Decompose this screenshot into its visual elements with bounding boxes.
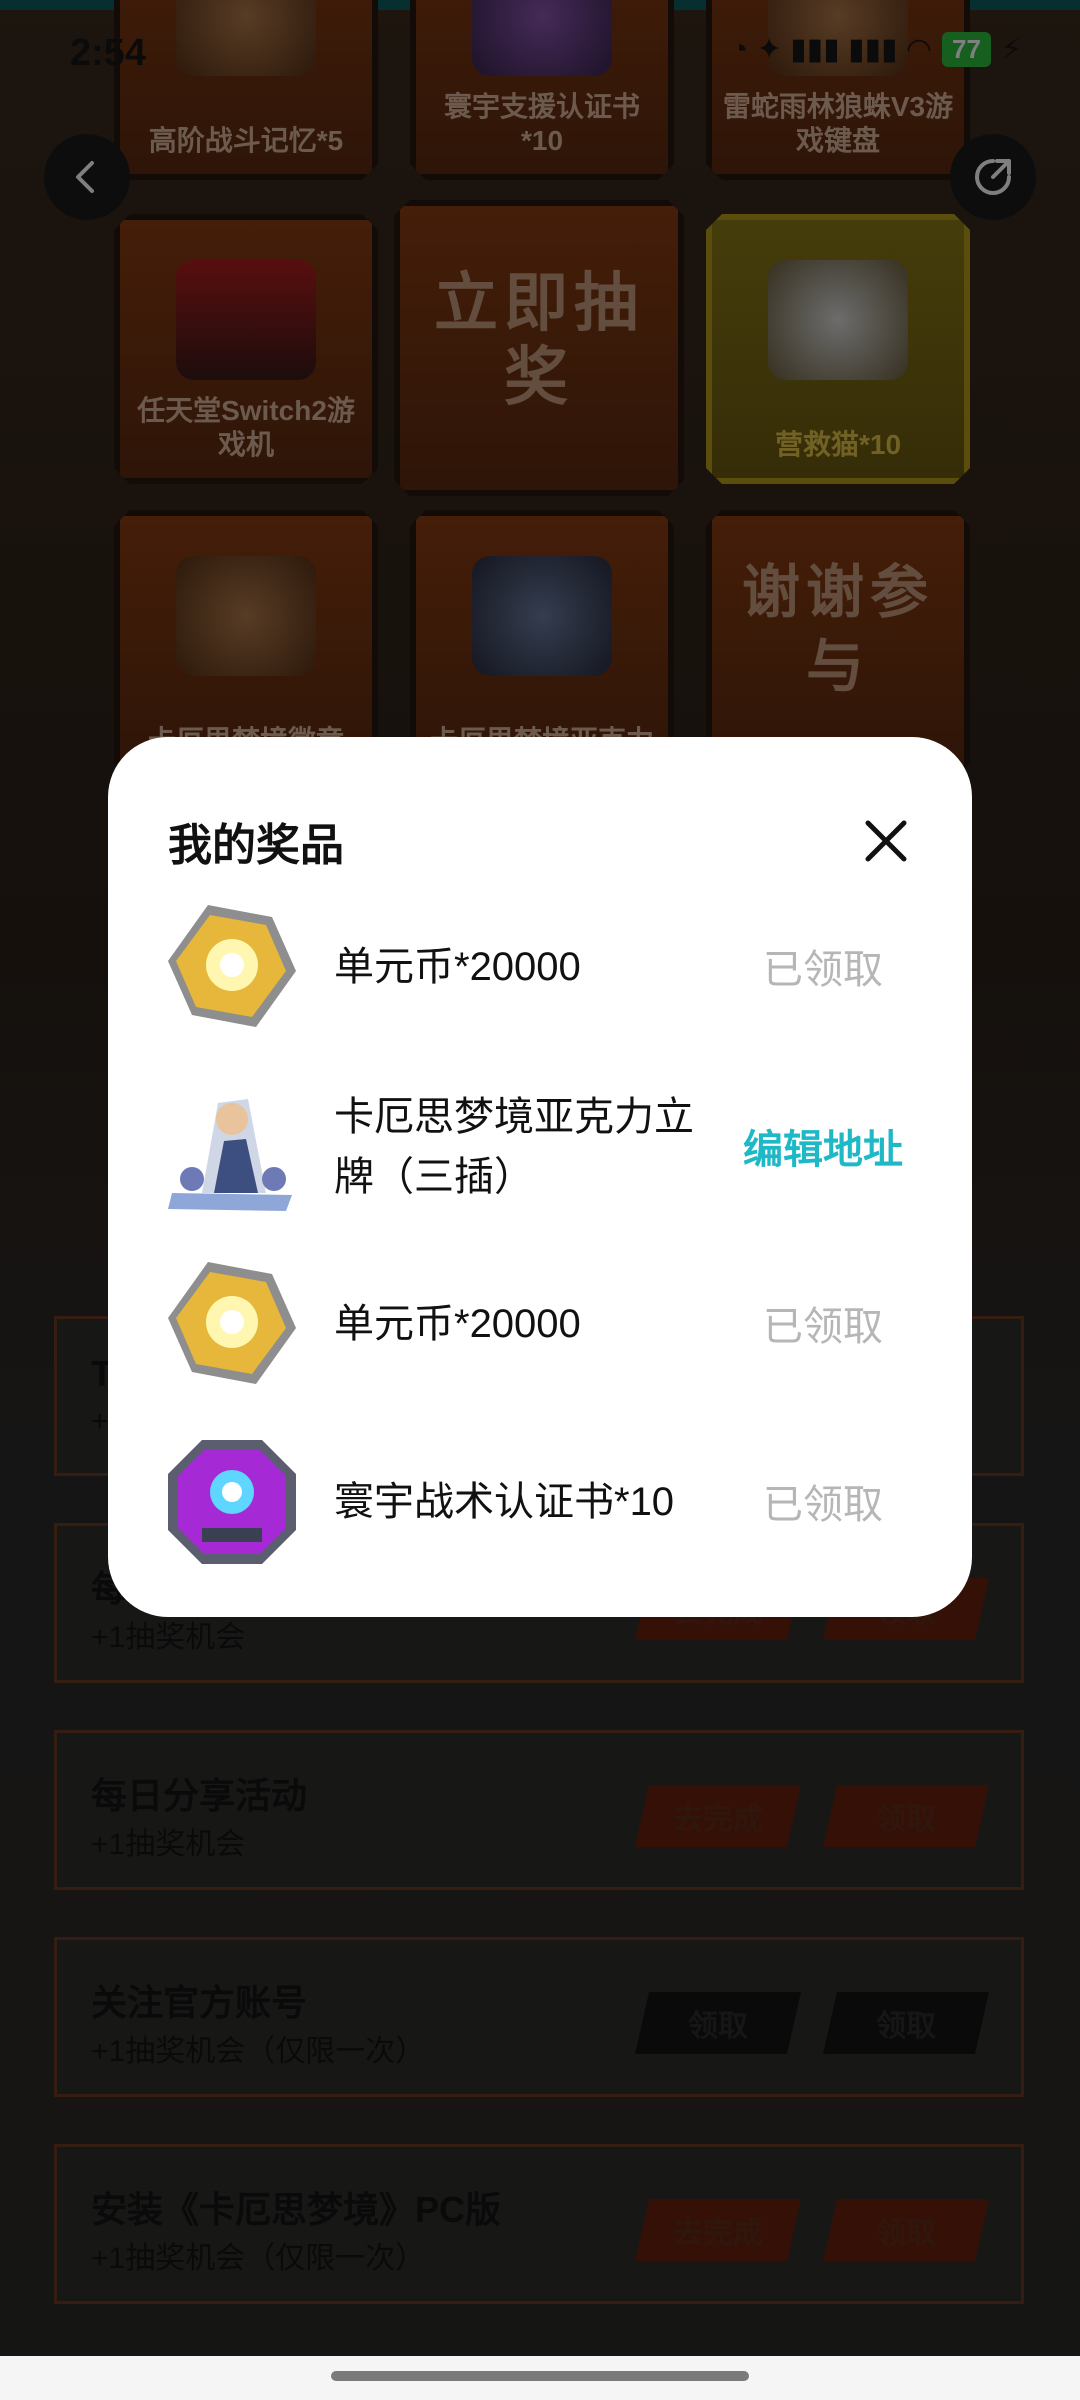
gold-coin-icon xyxy=(168,905,296,1027)
my-prizes-dialog: 我的奖品 单元币*20000 已领取 卡厄思梦境亚克力立牌（三插） 编辑地址 单… xyxy=(108,737,972,1617)
prize-row: 单元币*20000 已领取 xyxy=(108,1254,972,1394)
acrylic-stand-icon xyxy=(168,1099,292,1211)
gold-coin-icon xyxy=(168,1262,296,1384)
prize-name: 单元币*20000 xyxy=(334,1302,581,1346)
dialog-title: 我的奖品 xyxy=(168,821,344,870)
home-indicator[interactable] xyxy=(331,2371,749,2381)
close-icon[interactable] xyxy=(856,811,916,871)
prize-row: 寰宇战术认证书*10 已领取 xyxy=(108,1432,972,1572)
prize-row: 卡厄思梦境亚克力立牌（三插） 编辑地址 xyxy=(108,1077,972,1227)
claimed-status: 已领取 xyxy=(763,1305,883,1349)
purple-certificate-icon xyxy=(168,1440,296,1564)
edit-address-link[interactable]: 编辑地址 xyxy=(708,1117,938,1175)
prize-name: 卡厄思梦境亚克力立牌（三插） xyxy=(334,1095,694,1199)
prize-row: 单元币*20000 已领取 xyxy=(108,897,972,1037)
claimed-status: 已领取 xyxy=(763,948,883,992)
prize-name: 单元币*20000 xyxy=(334,945,581,989)
prize-name: 寰宇战术认证书*10 xyxy=(334,1480,675,1524)
claimed-status: 已领取 xyxy=(763,1483,883,1527)
